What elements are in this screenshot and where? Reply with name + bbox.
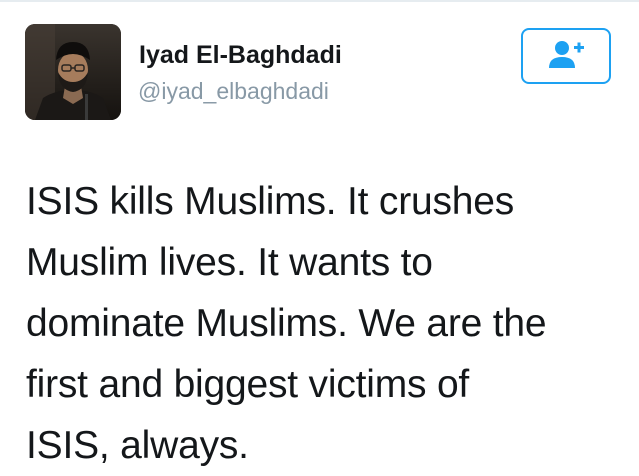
author-name[interactable]: Iyad El-Baghdadi <box>139 40 342 70</box>
tweet-text-line: ISIS, always. <box>26 424 249 467</box>
avatar[interactable] <box>25 24 121 120</box>
tweet-text-line: Muslim lives. It wants to <box>26 241 433 284</box>
tweet-text-line: ISIS kills Muslims. It crushes <box>26 180 515 223</box>
add-user-icon <box>546 38 586 75</box>
avatar-image <box>25 24 121 120</box>
author-handle[interactable]: @iyad_elbaghdadi <box>138 77 329 105</box>
follow-button[interactable] <box>521 28 611 84</box>
tweet-text-line: first and biggest victims of <box>26 363 470 406</box>
tweet-card: Iyad El-Baghdadi @iyad_elbaghdadi ISIS k… <box>0 0 639 467</box>
tweet-text-line: dominate Muslims. We are the <box>26 302 547 345</box>
tweet-text: ISIS kills Muslims. It crushes Muslim li… <box>26 171 626 476</box>
